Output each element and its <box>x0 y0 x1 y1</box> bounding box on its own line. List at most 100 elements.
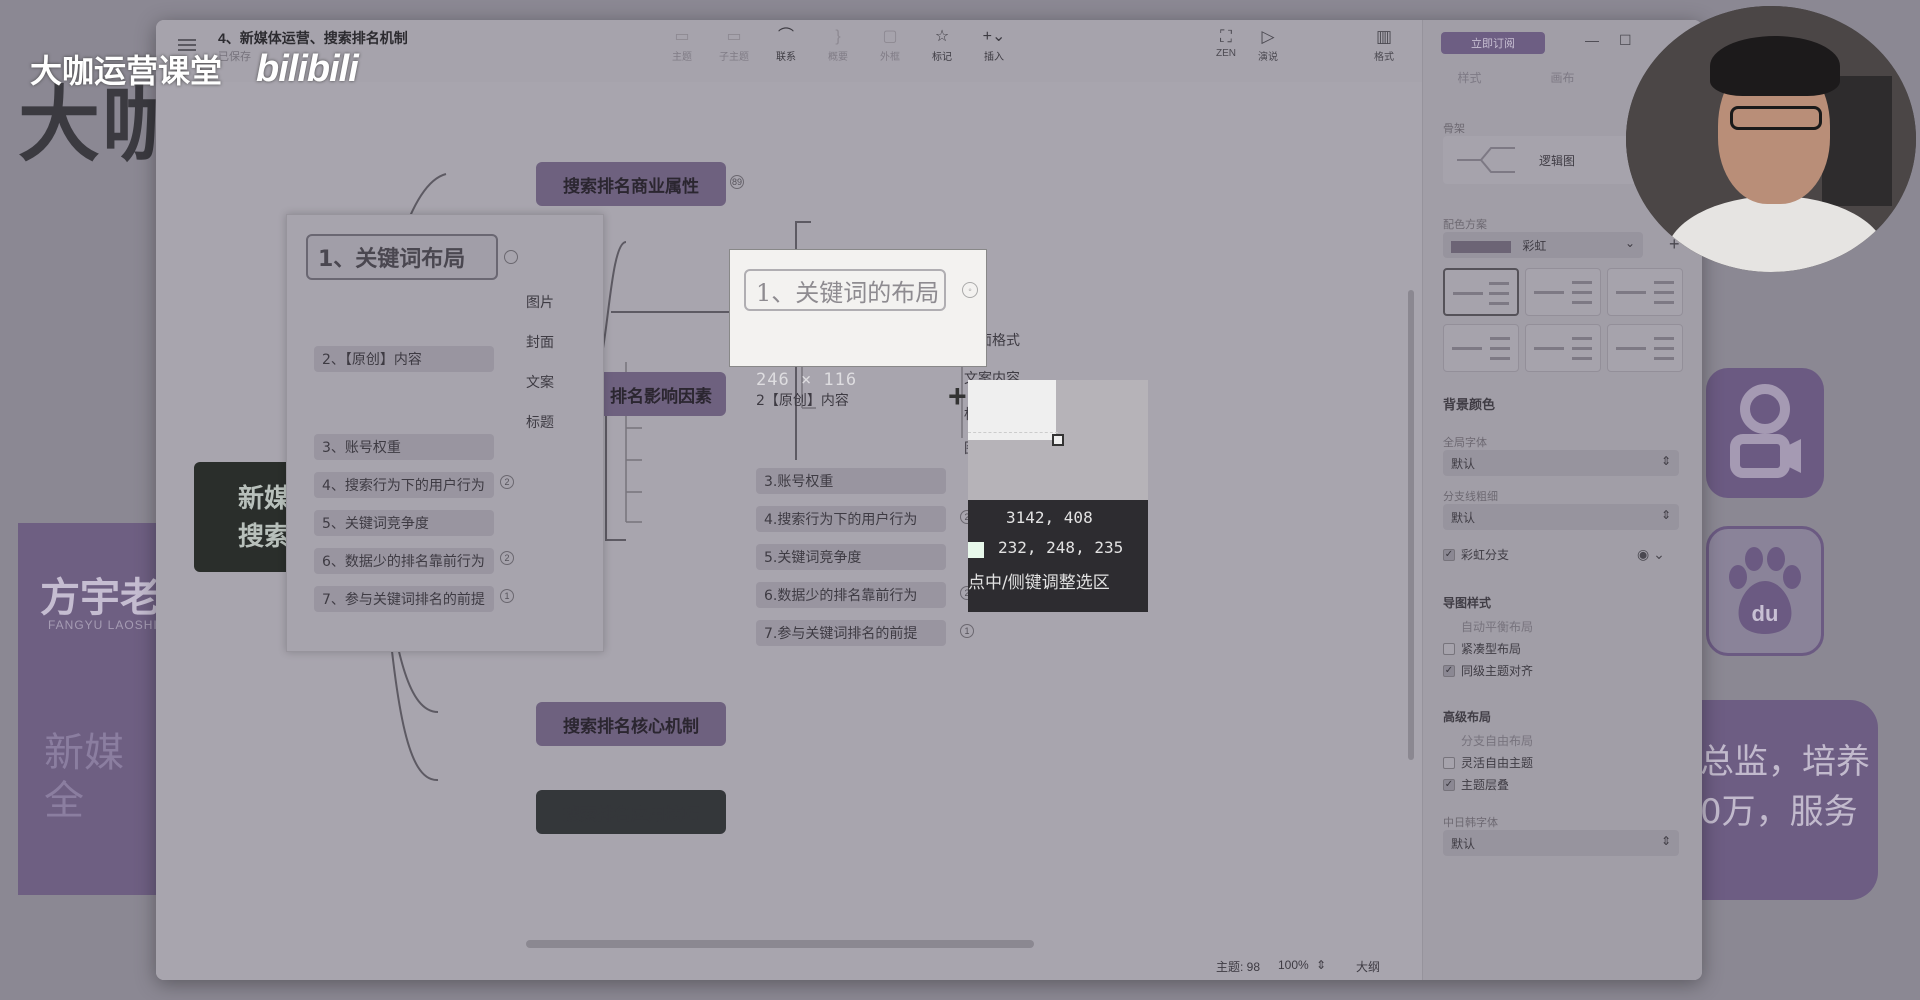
toolbar-format-button[interactable]: ▥ 格式 <box>1364 26 1404 63</box>
boundary-icon: ▢ <box>882 28 898 45</box>
pixel-rgb-value: 232, 248, 235 <box>998 538 1124 557</box>
topic-user-behavior[interactable]: 4、搜索行为下的用户行为 <box>314 472 494 498</box>
layout-option-5[interactable] <box>1525 324 1601 372</box>
zen-icon: ⛶ <box>1220 27 1232 46</box>
logic-chart-icon <box>1457 147 1515 173</box>
main-topic-business[interactable]: 搜索排名商业属性 <box>536 162 726 206</box>
toolbar-boundary-button[interactable]: ▢ 外框 <box>864 26 916 63</box>
minimize-icon[interactable]: — <box>1585 32 1599 48</box>
low-data-badge[interactable]: 2 <box>500 551 514 565</box>
insert-icon: +⌄ <box>982 28 1006 45</box>
slide-right-line-2: 0万，服务 <box>1700 792 1858 832</box>
main-topic-techniques[interactable]: 搜索排名应用技巧 <box>536 790 726 834</box>
updown-icon: ⇕ <box>1660 454 1671 468</box>
topic-original-content[interactable]: 2、【原创】内容 <box>314 346 494 372</box>
checkbox-icon <box>1443 756 1455 769</box>
tab-canvas[interactable]: 画布 <box>1516 64 1609 92</box>
capture-hint: 点中/侧键调整选区 <box>968 573 1110 593</box>
layout-option-1[interactable] <box>1443 268 1519 316</box>
prerequisite-badge[interactable]: 1 <box>500 589 514 603</box>
toolbar-summary-button[interactable]: } 概要 <box>812 26 864 63</box>
vertical-scrollbar[interactable] <box>1408 290 1414 760</box>
summary-icon: } <box>835 28 841 45</box>
keyword-layout-topic[interactable]: 1、关键词布局 <box>306 234 498 280</box>
right-topic-original-content[interactable]: 2【原创】内容 <box>756 390 849 410</box>
mindmap-app-window: 4、新媒体运营、搜索排名机制 已保存 ▭ 主题 ▭ 子主题 ⌒ 联系 } 概要 ▢ 外框 … <box>156 20 1702 980</box>
topic-count: 主题: 98 <box>1216 960 1261 974</box>
cjk-font-label: 中日韩字体 <box>1443 817 1498 829</box>
advanced-layout-label: 高级布局 <box>1443 710 1492 724</box>
outline-toggle[interactable]: 大纲 <box>1356 958 1380 975</box>
subtopic-image[interactable]: 图片 <box>526 292 554 312</box>
right-topic-account-weight[interactable]: 3.账号权重 <box>756 468 946 494</box>
color-scheme-label: 配色方案 <box>1443 219 1487 231</box>
toolbar-marker-button[interactable]: ☆ 标记 <box>916 26 968 63</box>
subtopic-title[interactable]: 标题 <box>526 412 554 432</box>
webcam-person-hair <box>1710 36 1840 96</box>
topic-low-data-ranking[interactable]: 6、数据少的排名靠前行为 <box>314 548 494 574</box>
main-topic-core-mechanism[interactable]: 搜索排名核心机制 <box>536 702 726 746</box>
topic-ranking-prerequisite[interactable]: 7、参与关键词排名的前提 <box>314 586 494 612</box>
skeleton-label: 骨架 <box>1443 123 1465 135</box>
rainbow-color-picker-icon[interactable]: ◉ ⌄ <box>1637 546 1665 563</box>
flexible-topic-checkbox[interactable]: 灵活自由主题 <box>1443 754 1533 771</box>
subtopic-copy[interactable]: 文案 <box>526 372 554 392</box>
user-behavior-badge[interactable]: 2 <box>500 475 514 489</box>
subscribe-button[interactable]: 立即订阅 <box>1441 32 1545 54</box>
branch-line-label: 分支线粗细 <box>1443 491 1498 503</box>
topic-keyword-competition[interactable]: 5、关键词竞争度 <box>314 510 494 536</box>
right-topic-ranking-prerequisite[interactable]: 7.参与关键词排名的前提 <box>756 620 946 646</box>
layout-option-3[interactable] <box>1607 268 1683 316</box>
mindmap-canvas[interactable]: 新媒 搜索 搜索排名商业属性 89 排名影响因素 搜索排名核心机制 搜索排名应用… <box>156 82 1422 980</box>
toolbar-topic-button[interactable]: ▭ 主题 <box>656 26 708 63</box>
right-prerequisite-badge[interactable]: 1 <box>960 624 974 638</box>
capture-info-box: 3142, 408 232, 248, 235 点中/侧键调整选区 <box>968 500 1148 612</box>
toolbar-relationship-button[interactable]: ⌒ 联系 <box>760 26 812 63</box>
right-topic-low-data-ranking[interactable]: 6.数据少的排名靠前行为 <box>756 582 946 608</box>
branch-line-select[interactable]: 默认 ⇕ <box>1443 504 1679 530</box>
captured-keyword-topic: 1、关键词的布局 <box>744 269 946 311</box>
toolbar-subtopic-button[interactable]: ▭ 子主题 <box>708 26 760 63</box>
baidu-logo-text: du <box>1752 601 1779 626</box>
color-swatch <box>968 542 984 558</box>
topic-count-badge[interactable]: 89 <box>730 175 744 189</box>
global-font-select[interactable]: 默认 ⇕ <box>1443 450 1679 476</box>
magnifier-grid <box>968 432 1058 438</box>
cjk-font-select[interactable]: 默认 ⇕ <box>1443 830 1679 856</box>
color-scheme-select[interactable]: 彩虹 ⌄ <box>1443 232 1643 258</box>
layout-option-4[interactable] <box>1443 324 1519 372</box>
right-topic-user-behavior[interactable]: 4.搜索行为下的用户行为 <box>756 506 946 532</box>
subtopic-cover[interactable]: 封面 <box>526 332 554 352</box>
toolbar-zen-button[interactable]: ⛶ ZEN <box>1206 26 1246 59</box>
document-save-status: 已保存 <box>218 51 251 63</box>
free-branch-option: 分支自由布局 <box>1461 734 1534 748</box>
baidu-icon: du <box>1706 526 1824 656</box>
toolbar-pitch-button[interactable]: ▷ 演说 <box>1248 26 1288 63</box>
checkbox-icon <box>1443 642 1455 655</box>
layout-option-2[interactable] <box>1525 268 1601 316</box>
relationship-icon: ⌒ <box>777 28 794 45</box>
topic-overlap-checkbox[interactable]: ✓ 主题层叠 <box>1443 776 1509 793</box>
align-siblings-checkbox[interactable]: ✓ 同级主题对齐 <box>1443 662 1533 679</box>
topic-account-weight[interactable]: 3、账号权重 <box>314 434 494 460</box>
pitch-icon: ▷ <box>1261 27 1275 46</box>
magnifier-preview <box>968 380 1056 440</box>
checkbox-checked-icon: ✓ <box>1443 548 1455 561</box>
tab-style[interactable]: 样式 <box>1423 64 1516 92</box>
webcam-overlay <box>1626 6 1916 272</box>
collapse-badge[interactable] <box>504 250 518 264</box>
compact-layout-checkbox[interactable]: 紧凑型布局 <box>1443 640 1521 657</box>
toolbar-insert-button[interactable]: +⌄ 插入 <box>968 26 1020 63</box>
zoom-level[interactable]: 100% <box>1278 958 1309 972</box>
status-bar: 主题: 98 100% ⇕ 大纲 <box>156 950 1422 980</box>
zoom-stepper-icon[interactable]: ⇕ <box>1316 958 1326 972</box>
document-title[interactable]: 4、新媒体运营、搜索排名机制 <box>218 28 408 48</box>
screenshot-selection[interactable]: 1、关键词的布局 ◦ <box>729 249 987 367</box>
horizontal-scrollbar[interactable] <box>526 940 1034 948</box>
rainbow-branch-checkbox[interactable]: ✓ 彩虹分支 <box>1443 546 1509 563</box>
right-topic-keyword-competition[interactable]: 5.关键词竞争度 <box>756 544 946 570</box>
slide-card-subtitle: FANGYU LAOSHI <box>48 618 158 632</box>
layout-option-6[interactable] <box>1607 324 1683 372</box>
checkbox-checked-icon: ✓ <box>1443 664 1455 677</box>
capture-magnifier <box>968 380 1148 500</box>
